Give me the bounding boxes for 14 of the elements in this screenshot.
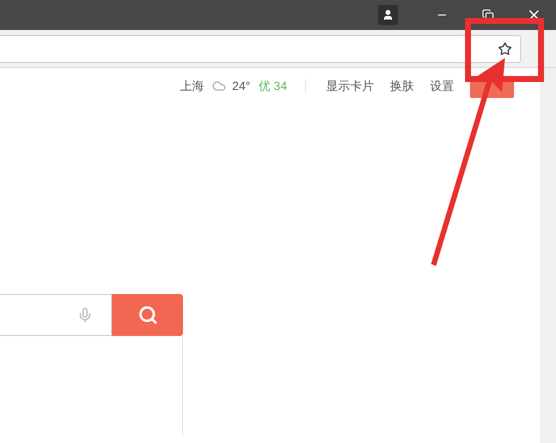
user-icon <box>382 9 394 21</box>
search-icon <box>138 305 158 325</box>
user-button[interactable] <box>378 5 398 25</box>
star-icon <box>498 42 512 56</box>
weather-city: 上海 <box>180 78 204 95</box>
restore-icon <box>482 9 494 21</box>
toolbar-link[interactable]: 换肤 <box>390 77 414 95</box>
air-quality: 优 34 <box>258 78 287 95</box>
toolbar-link[interactable]: 显示卡片 <box>326 77 374 95</box>
toolbar-link[interactable]: 设置 <box>430 77 454 95</box>
microphone-icon <box>77 307 93 323</box>
cloud-icon <box>212 79 226 93</box>
weather-temperature: 24° <box>232 78 250 95</box>
search-button[interactable] <box>112 294 183 336</box>
